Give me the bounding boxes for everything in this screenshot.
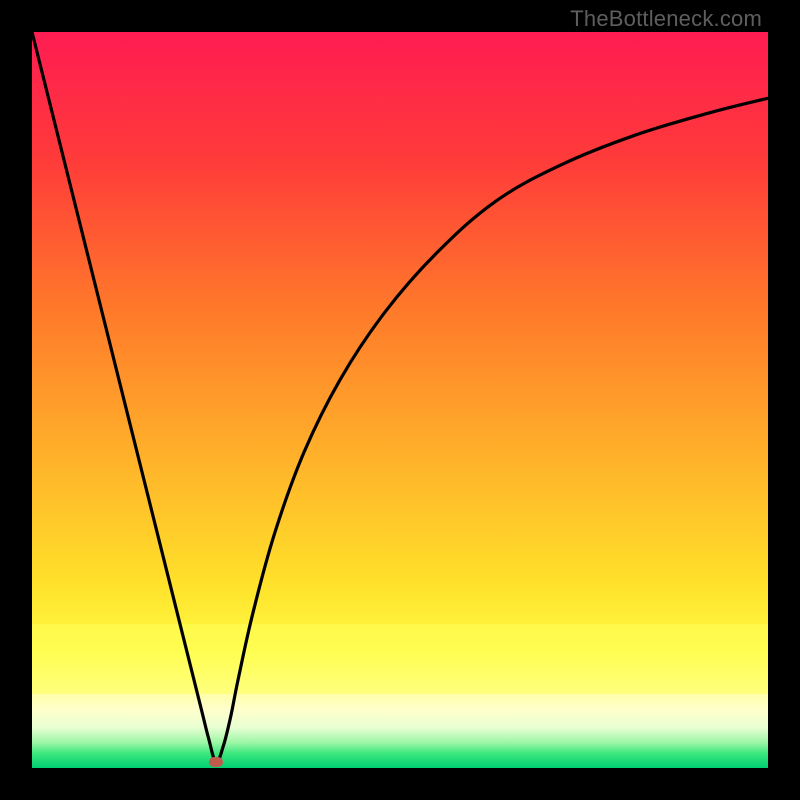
watermark-text: TheBottleneck.com (570, 6, 762, 32)
minimum-marker (209, 757, 223, 767)
plot-area (32, 32, 768, 768)
chart-frame: TheBottleneck.com (0, 0, 800, 800)
yellow-band (32, 624, 768, 694)
